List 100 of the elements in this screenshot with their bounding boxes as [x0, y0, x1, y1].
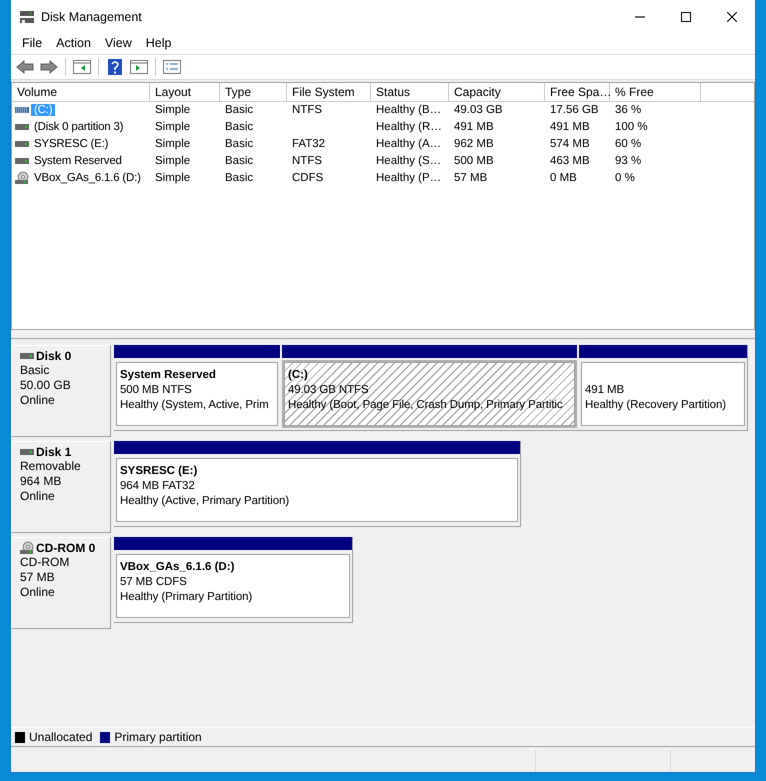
- disk-type: Removable: [20, 459, 82, 474]
- table-cell[interactable]: SYSRESC (E:): [31, 138, 112, 150]
- table-cell-text: CDFS: [291, 172, 324, 184]
- column-header[interactable]: Type: [220, 83, 287, 102]
- table-cell-text: NTFS: [291, 154, 324, 166]
- table-cell-text: 500 MB: [453, 154, 495, 166]
- partition-status: Healthy (Boot, Page File, Crash Dump, Primary Partitic: [288, 398, 563, 413]
- table-cell[interactable]: System Reserved: [31, 154, 125, 166]
- disk-management-icon: [19, 10, 35, 24]
- disk-status: Online: [20, 489, 56, 504]
- table-cell-text: 491 MB: [549, 120, 591, 132]
- table-cell-text: Simple: [154, 138, 192, 150]
- table-cell-text: Basic: [224, 120, 254, 132]
- cd-drive-icon: [20, 541, 34, 555]
- table-cell-text: 491 MB: [453, 120, 495, 132]
- disk-name: CD-ROM 0: [36, 541, 96, 555]
- console-tree-button[interactable]: [72, 57, 92, 77]
- menu-item[interactable]: Action: [49, 34, 98, 54]
- table-cell-text: 57 MB: [453, 172, 488, 184]
- partition-block[interactable]: SYSRESC (E:) 964 MB FAT32 Healthy (Active, Primary Partition): [114, 456, 520, 524]
- partition-block[interactable]: 491 MB Healthy (Recovery Partition): [579, 360, 747, 428]
- action-pane-button[interactable]: [129, 57, 149, 77]
- table-cell-text: 36 %: [614, 104, 642, 116]
- table-cell-text: 60 %: [614, 138, 642, 150]
- column-header[interactable]: Layout: [150, 83, 220, 102]
- disk-name: Disk 0: [36, 349, 72, 363]
- table-cell-text: Healthy (B…: [375, 104, 442, 116]
- properties-button[interactable]: [162, 57, 182, 77]
- striped-drive-icon: [15, 106, 29, 114]
- partition-size: 57 MB CDFS: [120, 575, 187, 590]
- column-header[interactable]: % Free: [610, 83, 701, 102]
- legend-label: Unallocated: [29, 730, 92, 744]
- partition-size: 500 MB NTFS: [120, 383, 192, 398]
- partition-block[interactable]: (C:) 49.03 GB NTFS Healthy (Boot, Page File, Crash Dump, Primary Partitic: [282, 360, 577, 428]
- partition-size: 491 MB: [585, 383, 624, 398]
- menu-item[interactable]: File: [15, 34, 50, 54]
- table-cell-text: 0 %: [614, 172, 636, 184]
- column-header[interactable]: File System: [287, 83, 371, 102]
- disk-size: 57 MB: [20, 570, 56, 585]
- table-cell-text: 17.56 GB: [549, 104, 600, 116]
- cd-drive-icon: [15, 170, 29, 184]
- disk-type: Basic: [20, 363, 50, 378]
- drive-icon: [20, 352, 34, 360]
- partition-status: Healthy (System, Active, Prim: [120, 398, 269, 413]
- table-cell-text: Basic: [224, 104, 254, 116]
- table-cell-text: 49.03 GB: [453, 104, 504, 116]
- legend-label: Primary partition: [114, 730, 202, 744]
- disk-status: Online: [20, 585, 56, 600]
- table-cell-text: Healthy (A…: [375, 138, 442, 150]
- menu-item[interactable]: Help: [138, 34, 178, 54]
- partition-size: 49.03 GB NTFS: [288, 383, 369, 398]
- table-cell-text: Simple: [154, 154, 192, 166]
- table-cell-text: 463 MB: [549, 154, 591, 166]
- drive-icon: [15, 122, 29, 130]
- close-icon: [727, 12, 737, 22]
- table-cell-text: 962 MB: [453, 138, 495, 150]
- column-header[interactable]: Status: [371, 83, 449, 102]
- table-cell-text: NTFS: [291, 104, 324, 116]
- disk-size: 50.00 GB: [20, 378, 72, 393]
- table-cell-text: 574 MB: [549, 138, 591, 150]
- table-cell-text: Simple: [154, 104, 192, 116]
- disk-size: 964 MB: [20, 474, 62, 489]
- table-cell[interactable]: (Disk 0 partition 3): [31, 120, 126, 132]
- drive-icon: [20, 448, 34, 456]
- table-cell-text: Healthy (P…: [375, 172, 442, 184]
- disk-status: Online: [20, 393, 56, 408]
- maximize-icon: [681, 12, 691, 22]
- partition-status: Healthy (Recovery Partition): [585, 398, 726, 413]
- table-cell-text: Basic: [224, 138, 254, 150]
- table-cell-text: Basic: [224, 172, 254, 184]
- table-cell[interactable]: VBox_GAs_6.1.6 (D:): [31, 172, 144, 184]
- column-header[interactable]: Volume: [12, 83, 150, 102]
- drive-icon: [15, 156, 29, 164]
- partition-status: Healthy (Active, Primary Partition): [120, 494, 290, 509]
- drive-icon: [15, 140, 29, 148]
- partition-name: System Reserved: [120, 368, 216, 383]
- disk-type: CD-ROM: [20, 555, 70, 570]
- table-cell-text: FAT32: [291, 138, 326, 150]
- partition-status: Healthy (Primary Partition): [120, 590, 252, 605]
- partition-name: SYSRESC (E:): [120, 464, 198, 479]
- table-cell-text: Basic: [224, 154, 254, 166]
- back-button[interactable]: [15, 57, 35, 77]
- forward-button[interactable]: [39, 57, 59, 77]
- window-title: Disk Management: [41, 10, 143, 24]
- column-header[interactable]: Free Spa…: [545, 83, 610, 102]
- table-cell-text: Healthy (R…: [375, 120, 443, 132]
- column-header[interactable]: Capacity: [449, 83, 545, 102]
- menu-item[interactable]: View: [98, 34, 139, 54]
- partition-name: (C:): [288, 368, 308, 383]
- table-cell-text: Simple: [154, 172, 192, 184]
- help-button[interactable]: [105, 57, 125, 77]
- partition-size: 964 MB FAT32: [120, 479, 195, 494]
- partition-block[interactable]: VBox_GAs_6.1.6 (D:) 57 MB CDFS Healthy (Primary Partition): [114, 552, 352, 620]
- table-cell-text: 93 %: [614, 154, 642, 166]
- table-cell-text: 100 %: [614, 120, 649, 132]
- disk-name: Disk 1: [36, 445, 72, 459]
- table-cell-text: Healthy (S…: [375, 154, 442, 166]
- partition-name: VBox_GAs_6.1.6 (D:): [120, 560, 234, 575]
- table-cell-text: Simple: [154, 120, 192, 132]
- partition-block[interactable]: System Reserved 500 MB NTFS Healthy (System, Active, Prim: [114, 360, 280, 428]
